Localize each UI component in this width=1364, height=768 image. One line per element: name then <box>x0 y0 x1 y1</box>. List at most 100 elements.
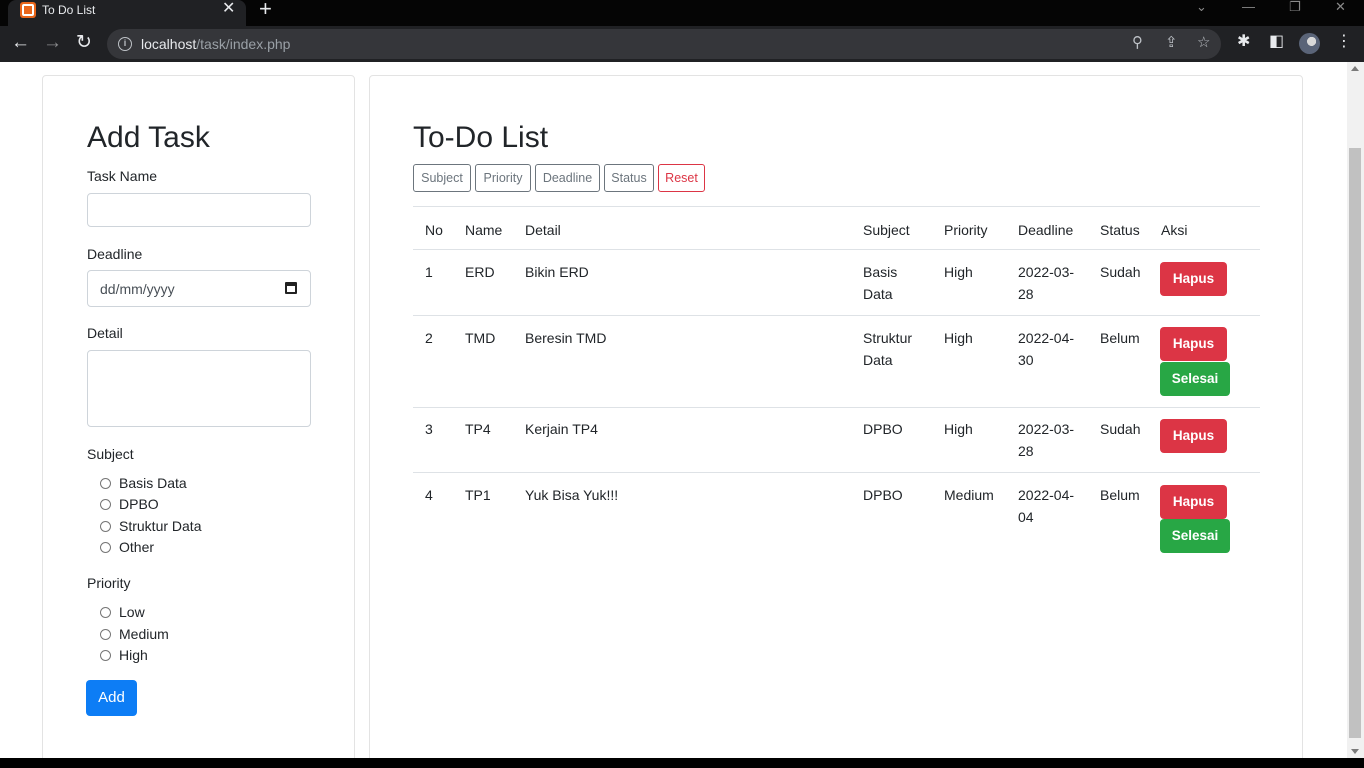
hapus-button[interactable]: Hapus <box>1160 327 1227 361</box>
cell-subject: DPBO <box>863 421 903 437</box>
minimize-icon[interactable]: — <box>1242 0 1255 14</box>
detail-textarea[interactable] <box>87 350 311 427</box>
forward-arrow-icon[interactable]: → <box>43 32 62 54</box>
column-header-status: Status <box>1100 222 1140 238</box>
radio-button[interactable] <box>100 477 111 489</box>
hapus-button[interactable]: Hapus <box>1160 419 1227 453</box>
priority-option[interactable]: High <box>100 647 148 663</box>
share-icon[interactable]: ⇪ <box>1165 35 1178 51</box>
column-header-deadline: Deadline <box>1018 222 1074 238</box>
priority-option[interactable]: Low <box>100 604 145 620</box>
priority-option-label: Medium <box>119 626 169 642</box>
deadline-label: Deadline <box>87 246 143 262</box>
cell-subject: Data <box>863 352 893 368</box>
url-path: /task/index.php <box>196 36 291 52</box>
cell-status: Sudah <box>1100 264 1141 280</box>
url-text: localhost/task/index.php <box>141 36 290 52</box>
filter-status-button[interactable]: Status <box>604 164 654 192</box>
cell-deadline: 2022-04- <box>1018 487 1075 503</box>
extensions-puzzle-icon[interactable]: ✱ <box>1237 33 1250 51</box>
deadline-placeholder: dd/mm/yyyy <box>100 281 175 297</box>
browser-tab-strip: To Do List ✕ + ⌄ — ❐ ✕ <box>0 0 1364 26</box>
column-header-priority: Priority <box>944 222 988 238</box>
browser-tab[interactable]: To Do List ✕ <box>8 0 246 26</box>
subject-option-label: Other <box>119 539 155 555</box>
cell-detail: Yuk Bisa Yuk!!! <box>525 487 619 503</box>
side-panel-icon[interactable]: ◧ <box>1269 33 1284 51</box>
back-arrow-icon[interactable]: ← <box>11 32 30 54</box>
radio-button[interactable] <box>100 628 111 640</box>
row-divider <box>413 472 1260 473</box>
subject-option[interactable]: Other <box>100 539 154 555</box>
tab-search-chevron-icon[interactable]: ⌄ <box>1196 0 1207 14</box>
tab-close-icon[interactable]: ✕ <box>222 0 235 18</box>
tab-title: To Do List <box>42 3 96 17</box>
cell-priority: High <box>944 330 973 346</box>
page-scrollbar[interactable] <box>1347 62 1364 758</box>
profile-avatar[interactable] <box>1299 33 1320 54</box>
hapus-button[interactable]: Hapus <box>1160 485 1227 519</box>
radio-button[interactable] <box>100 498 111 510</box>
calendar-icon[interactable] <box>285 282 297 294</box>
site-info-icon[interactable]: i <box>118 37 132 51</box>
cell-deadline: 28 <box>1018 286 1034 302</box>
detail-label: Detail <box>87 325 123 341</box>
subject-option-label: DPBO <box>119 496 159 512</box>
subject-option[interactable]: DPBO <box>100 496 159 512</box>
deadline-date-input[interactable]: dd/mm/yyyy <box>87 270 311 307</box>
filter-subject-button[interactable]: Subject <box>413 164 471 192</box>
address-bar[interactable]: i localhost/task/index.php ⚲ ⇪ ☆ <box>107 29 1221 59</box>
cell-deadline: 2022-03- <box>1018 264 1075 280</box>
bottom-edge <box>0 758 1364 768</box>
restore-icon[interactable]: ❐ <box>1289 0 1301 14</box>
zoom-icon[interactable]: ⚲ <box>1132 35 1143 51</box>
reset-button[interactable]: Reset <box>658 164 705 192</box>
radio-button[interactable] <box>100 649 111 661</box>
cell-deadline: 04 <box>1018 509 1034 525</box>
bookmark-star-icon[interactable]: ☆ <box>1197 35 1210 51</box>
scrollbar-thumb[interactable] <box>1349 148 1361 738</box>
filter-priority-button[interactable]: Priority <box>475 164 531 192</box>
xampp-favicon-icon <box>20 2 36 18</box>
subject-option[interactable]: Basis Data <box>100 475 187 491</box>
browser-toolbar: ← → ↻ i localhost/task/index.php ⚲ ⇪ ☆ ✱… <box>0 26 1364 62</box>
selesai-button[interactable]: Selesai <box>1160 519 1230 553</box>
window-close-icon[interactable]: ✕ <box>1335 0 1346 14</box>
selesai-button[interactable]: Selesai <box>1160 362 1230 396</box>
column-header-aksi: Aksi <box>1161 222 1188 238</box>
subject-option-label: Struktur Data <box>119 518 202 534</box>
subject-option-label: Basis Data <box>119 475 187 491</box>
reload-icon[interactable]: ↻ <box>76 32 92 54</box>
row-divider <box>413 407 1260 408</box>
add-task-card: Add Task Task Name Deadline dd/mm/yyyy D… <box>42 75 355 758</box>
cell-subject: DPBO <box>863 487 903 503</box>
hapus-button[interactable]: Hapus <box>1160 262 1227 296</box>
radio-button[interactable] <box>100 606 111 618</box>
cell-no: 1 <box>425 264 433 280</box>
task-name-label: Task Name <box>87 168 158 184</box>
cell-deadline: 28 <box>1018 443 1034 459</box>
add-task-title: Add Task <box>87 121 210 154</box>
menu-kebab-icon[interactable]: ⋮ <box>1336 33 1352 51</box>
radio-button[interactable] <box>100 520 111 532</box>
new-tab-icon[interactable]: + <box>259 0 272 20</box>
priority-option-label: Low <box>119 604 145 620</box>
radio-button[interactable] <box>100 541 111 553</box>
cell-priority: High <box>944 264 973 280</box>
cell-no: 4 <box>425 487 433 503</box>
todo-list-title: To-Do List <box>413 121 549 154</box>
cell-priority: High <box>944 421 973 437</box>
cell-status: Sudah <box>1100 421 1141 437</box>
cell-status: Belum <box>1100 330 1140 346</box>
priority-option[interactable]: Medium <box>100 626 169 642</box>
subject-option[interactable]: Struktur Data <box>100 518 201 534</box>
column-header-no: No <box>425 222 443 238</box>
scroll-up-arrow-icon[interactable] <box>1351 66 1359 71</box>
task-name-input[interactable] <box>87 193 311 227</box>
cell-name: TP1 <box>465 487 491 503</box>
cell-deadline: 2022-04- <box>1018 330 1075 346</box>
filter-deadline-button[interactable]: Deadline <box>535 164 600 192</box>
scroll-down-arrow-icon[interactable] <box>1351 749 1359 754</box>
add-button[interactable]: Add <box>86 680 137 716</box>
cell-deadline: 2022-03- <box>1018 421 1075 437</box>
